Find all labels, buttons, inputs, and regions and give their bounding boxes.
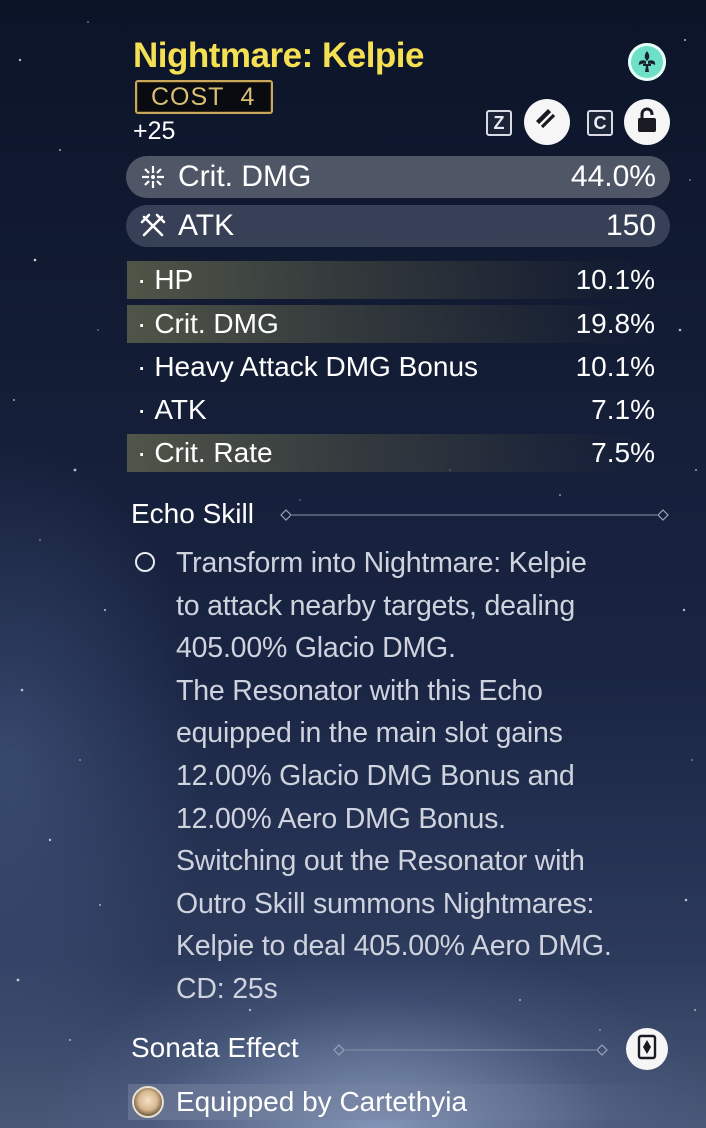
echo-skill-heading: Echo Skill xyxy=(131,498,254,530)
sub-stat-value: 10.1% xyxy=(575,351,655,382)
echo-skill-title: Echo Skill xyxy=(131,498,254,529)
lock-icon xyxy=(634,106,660,139)
sonata-effect-title: Sonata Effect xyxy=(131,1032,299,1063)
sub-stat-row: · Crit. DMG 19.8% xyxy=(127,305,655,343)
bullet: · xyxy=(137,351,147,382)
cost-badge: COST 4 xyxy=(135,80,273,114)
main-stat-name: Crit. DMG xyxy=(178,160,312,193)
echo-level: +25 xyxy=(133,117,176,145)
sub-stat-name: Crit. Rate xyxy=(154,437,273,468)
lock-hotkey: C xyxy=(587,110,613,136)
echo-detail-panel: Nightmare: Kelpie COST 4 +25 Z C Crit. D… xyxy=(0,0,706,1128)
equipped-by-row: Equipped by Cartethyia xyxy=(128,1084,668,1120)
section-divider xyxy=(333,1044,608,1056)
sub-stat-value: 7.5% xyxy=(591,437,655,468)
bullet: · xyxy=(137,394,147,425)
cost-value: 4 xyxy=(240,82,256,111)
sub-stat-row: · Crit. Rate 7.5% xyxy=(127,434,655,472)
lock-button[interactable] xyxy=(624,99,670,145)
bullet: · xyxy=(137,264,147,295)
sub-stat-name: HP xyxy=(154,264,194,295)
atk-swords-icon xyxy=(138,211,168,241)
sonata-card-icon xyxy=(636,1034,658,1065)
crit-dmg-icon xyxy=(138,162,168,192)
sub-stat-name: Crit. DMG xyxy=(154,308,279,339)
discard-hotkey: Z xyxy=(486,110,512,136)
echo-name: Nightmare: Kelpie xyxy=(133,36,425,75)
bullet: · xyxy=(137,308,147,339)
sub-stat-row: · HP 10.1% xyxy=(127,261,655,299)
sub-stat-row: · Heavy Attack DMG Bonus 10.1% xyxy=(127,348,655,386)
discard-button[interactable] xyxy=(524,99,570,145)
echo-skill-description: Transform into Nightmare: Kelpie to atta… xyxy=(176,547,612,1005)
skill-bullet-icon xyxy=(135,552,155,572)
sub-stat-value: 7.1% xyxy=(591,394,655,425)
main-stat-value: 44.0% xyxy=(570,160,656,193)
sub-stat-row: · ATK 7.1% xyxy=(127,391,655,429)
sonata-info-button[interactable] xyxy=(626,1028,668,1070)
bullet: · xyxy=(137,437,147,468)
discard-icon xyxy=(532,105,562,140)
cost-label: COST xyxy=(151,82,225,111)
fleur-de-lis-icon xyxy=(628,43,666,81)
sub-stat-value: 10.1% xyxy=(575,264,655,295)
sub-stat-value: 19.8% xyxy=(575,308,655,339)
character-avatar xyxy=(132,1086,164,1118)
equipped-by-text: Equipped by Cartethyia xyxy=(176,1086,468,1117)
sonata-effect-heading: Sonata Effect xyxy=(131,1032,299,1064)
sub-stat-name: Heavy Attack DMG Bonus xyxy=(154,351,479,382)
sub-stat-name: ATK xyxy=(154,394,207,425)
main-stat-row: ATK 150 xyxy=(126,205,670,247)
main-stat-name: ATK xyxy=(178,209,235,242)
section-divider xyxy=(280,509,669,521)
main-stat-row: Crit. DMG 44.0% xyxy=(126,156,670,198)
main-stat-value: 150 xyxy=(605,209,656,242)
